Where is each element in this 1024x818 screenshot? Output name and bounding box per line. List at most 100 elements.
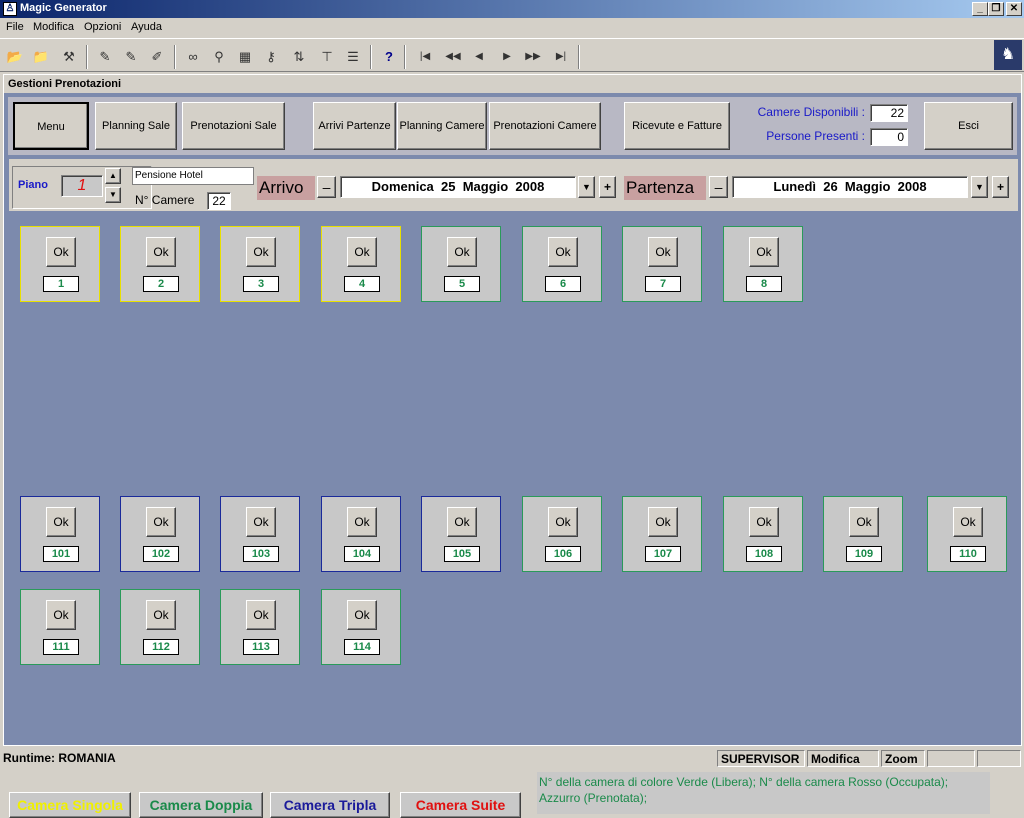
restore-button[interactable]: ❐ <box>988 2 1004 16</box>
pencil-icon[interactable]: ✐ <box>146 46 168 68</box>
room-card: Ok 112 <box>120 589 200 665</box>
piano-label: Piano <box>18 179 48 191</box>
binoculars-icon[interactable]: ∞ <box>182 46 204 68</box>
sort-icon[interactable]: ⇅ <box>288 46 310 68</box>
room-ok-button[interactable]: Ok <box>146 600 176 630</box>
room-ok-button[interactable]: Ok <box>548 507 578 537</box>
arrivo-minus-button[interactable]: – <box>317 176 336 198</box>
pencil-add-icon[interactable]: ✎ <box>120 46 142 68</box>
legend-camera-singola: Camera Singola <box>9 792 131 818</box>
last-record-icon[interactable]: ▶| <box>550 46 572 68</box>
room-number: 3 <box>243 276 279 292</box>
tools-icon[interactable]: ⚒ <box>58 46 80 68</box>
room-card: Ok 6 <box>522 226 602 302</box>
partenza-plus-button[interactable]: + <box>992 176 1009 198</box>
partenza-date-field[interactable]: Lunedì 26 Maggio 2008 <box>732 176 968 198</box>
room-card: Ok 7 <box>622 226 702 302</box>
partenza-minus-button[interactable]: – <box>709 176 728 198</box>
hotel-name-field[interactable]: Pensione Hotel <box>132 167 254 185</box>
room-card: Ok 110 <box>927 496 1007 572</box>
room-ok-button[interactable]: Ok <box>447 507 477 537</box>
menu-bar: File Modifica Opzioni Ayuda <box>0 18 1024 38</box>
status-cell <box>977 750 1021 767</box>
room-number: 113 <box>243 639 279 655</box>
room-card: Ok 104 <box>321 496 401 572</box>
table-icon[interactable]: ▦ <box>234 46 256 68</box>
room-card: Ok 4 <box>321 226 401 302</box>
prenotazioni-sale-button[interactable]: Prenotazioni Sale <box>182 102 285 150</box>
room-ok-button[interactable]: Ok <box>46 507 76 537</box>
room-ok-button[interactable]: Ok <box>347 600 377 630</box>
room-number: 108 <box>746 546 782 562</box>
close-button[interactable]: ✕ <box>1006 2 1022 16</box>
room-ok-button[interactable]: Ok <box>447 237 477 267</box>
camere-disponibili-value: 22 <box>870 104 908 122</box>
open-folder-icon[interactable]: 📁 <box>30 46 52 68</box>
key-icon[interactable]: ⚷ <box>260 46 282 68</box>
menu-button[interactable]: Menu <box>13 102 89 150</box>
room-ok-button[interactable]: Ok <box>648 237 678 267</box>
room-number: 106 <box>545 546 581 562</box>
persone-presenti-label: Persone Presenti : <box>766 129 865 143</box>
prev-record-icon[interactable]: ◀ <box>468 46 490 68</box>
arrivo-dropdown-button[interactable]: ▼ <box>578 176 595 198</box>
room-ok-button[interactable]: Ok <box>246 600 276 630</box>
camere-disponibili-label: Camere Disponibili : <box>757 105 865 119</box>
list-icon[interactable]: ☰ <box>342 46 364 68</box>
room-number: 109 <box>846 546 882 562</box>
prev-page-icon[interactable]: ◀◀ <box>442 46 464 68</box>
next-page-icon[interactable]: ▶▶ <box>522 46 544 68</box>
room-ok-button[interactable]: Ok <box>246 507 276 537</box>
room-ok-button[interactable]: Ok <box>648 507 678 537</box>
arrivo-label: Arrivo <box>257 176 315 200</box>
room-number: 102 <box>143 546 179 562</box>
brand-logo-icon: ♞ <box>994 40 1022 70</box>
prenotazioni-camere-button[interactable]: Prenotazioni Camere <box>489 102 601 150</box>
main-panel: Gestioni Prenotazioni Menu Planning Sale… <box>3 74 1022 818</box>
arrivi-partenze-button[interactable]: Arrivi Partenze <box>313 102 396 150</box>
piano-up-button[interactable]: ▲ <box>105 168 121 184</box>
room-number: 104 <box>344 546 380 562</box>
help-icon[interactable]: ? <box>378 46 400 68</box>
room-ok-button[interactable]: Ok <box>548 237 578 267</box>
arrivo-plus-button[interactable]: + <box>599 176 616 198</box>
partenza-dropdown-button[interactable]: ▼ <box>971 176 988 198</box>
room-ok-button[interactable]: Ok <box>849 507 879 537</box>
room-card: Ok 103 <box>220 496 300 572</box>
room-ok-button[interactable]: Ok <box>46 237 76 267</box>
room-ok-button[interactable]: Ok <box>146 237 176 267</box>
next-record-icon[interactable]: ▶ <box>496 46 518 68</box>
pencil-icon[interactable]: ✎ <box>94 46 116 68</box>
room-card: Ok 102 <box>120 496 200 572</box>
room-ok-button[interactable]: Ok <box>146 507 176 537</box>
esci-button[interactable]: Esci <box>924 102 1013 150</box>
menu-file[interactable]: File <box>6 21 24 33</box>
room-number: 7 <box>645 276 681 292</box>
room-ok-button[interactable]: Ok <box>46 600 76 630</box>
search-icon[interactable]: ⚲ <box>208 46 230 68</box>
title-bar: ♙ Magic Generator _ ❐ ✕ <box>0 0 1024 18</box>
room-ok-button[interactable]: Ok <box>749 237 779 267</box>
menu-modifica[interactable]: Modifica <box>33 21 74 33</box>
toolbar-separator <box>174 45 176 69</box>
arrivo-date-field[interactable]: Domenica 25 Maggio 2008 <box>340 176 576 198</box>
piano-down-button[interactable]: ▼ <box>105 187 121 203</box>
planning-sale-button[interactable]: Planning Sale <box>95 102 177 150</box>
room-ok-button[interactable]: Ok <box>347 237 377 267</box>
planning-camere-button[interactable]: Planning Camere <box>397 102 487 150</box>
first-record-icon[interactable]: |◀ <box>414 46 436 68</box>
legend-note: N° della camera di colore Verde (Libera)… <box>537 772 990 814</box>
filter-icon[interactable]: ⊤ <box>316 46 338 68</box>
ricevute-fatture-button[interactable]: Ricevute e Fatture <box>624 102 730 150</box>
room-ok-button[interactable]: Ok <box>347 507 377 537</box>
room-ok-button[interactable]: Ok <box>749 507 779 537</box>
menu-opzioni[interactable]: Opzioni <box>84 21 121 33</box>
room-ok-button[interactable]: Ok <box>953 507 983 537</box>
menu-ayuda[interactable]: Ayuda <box>131 21 162 33</box>
room-card: Ok 111 <box>20 589 100 665</box>
open-folder-icon[interactable]: 📂 <box>4 46 26 68</box>
status-cell <box>927 750 975 767</box>
room-ok-button[interactable]: Ok <box>246 237 276 267</box>
room-number: 103 <box>243 546 279 562</box>
minimize-button[interactable]: _ <box>972 2 988 16</box>
